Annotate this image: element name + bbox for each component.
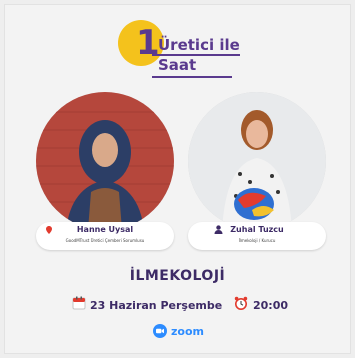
speaker-photo-zuhal — [188, 92, 326, 230]
speaker-role: İlmekoloji / Kurucu — [238, 238, 276, 243]
event-time: 20:00 — [253, 299, 289, 312]
zoom-icon — [153, 324, 167, 338]
header-rule — [152, 76, 232, 78]
speaker-role: GoodMTrust Üretici Çemberi Sorumlusu — [65, 238, 145, 243]
alarm-clock-icon — [234, 296, 248, 310]
speaker-namebar-zuhal: Zuhal Tuzcu İlmekoloji / Kurucu — [188, 222, 326, 250]
speaker-namebar-hanne: Hanne Uysal GoodMTrust Üretici Çemberi S… — [36, 222, 174, 250]
calendar-icon — [72, 296, 86, 310]
speaker-name: Hanne Uysal — [76, 225, 134, 234]
header-title-line2: Saat — [158, 56, 197, 74]
platform-name: zoom — [171, 325, 204, 338]
header-title-line1: Üretici ile — [158, 36, 240, 54]
event-date: 23 Haziran Perşembe — [90, 299, 223, 312]
event-title: İLMEKOLOJİ — [129, 268, 226, 284]
speaker-name: Zuhal Tuzcu — [230, 225, 284, 234]
speaker-photo-hanne — [36, 92, 174, 230]
